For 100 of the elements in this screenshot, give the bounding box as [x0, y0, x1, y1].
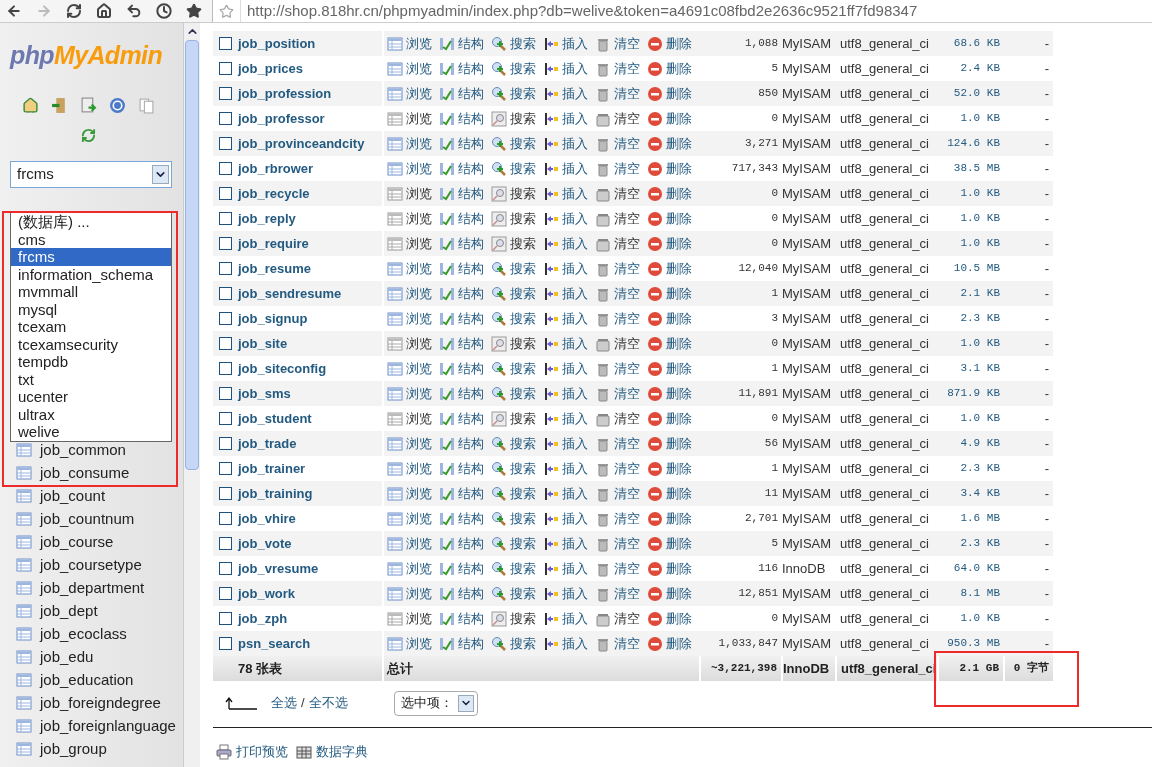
table-name-link[interactable]: job_rbrower: [238, 160, 314, 176]
action-link[interactable]: 删除: [666, 258, 692, 279]
action-link[interactable]: 删除: [666, 358, 692, 379]
action-link[interactable]: 插入: [562, 383, 588, 404]
action-link[interactable]: 搜索: [510, 383, 536, 404]
action-link[interactable]: 结构: [458, 83, 484, 104]
action-link[interactable]: 搜索: [510, 108, 536, 129]
dropdown-option[interactable]: mvmmall: [11, 283, 171, 301]
row-checkbox[interactable]: [219, 312, 232, 325]
action-link[interactable]: 搜索: [510, 283, 536, 304]
sidebar-table-link[interactable]: job_foreignlanguage: [40, 714, 176, 738]
action-link[interactable]: 浏览: [406, 583, 432, 604]
action-link[interactable]: 搜索: [510, 458, 536, 479]
row-checkbox[interactable]: [219, 337, 232, 350]
action-link[interactable]: 插入: [562, 33, 588, 54]
sidebar-table-link[interactable]: job_countnum: [40, 507, 135, 531]
action-link[interactable]: 浏览: [406, 58, 432, 79]
row-checkbox[interactable]: [219, 537, 232, 550]
row-checkbox[interactable]: [219, 512, 232, 525]
home-icon[interactable]: [96, 3, 112, 19]
action-link[interactable]: 清空: [614, 433, 640, 454]
row-checkbox[interactable]: [219, 362, 232, 375]
action-link[interactable]: 浏览: [406, 458, 432, 479]
action-link[interactable]: 清空: [614, 408, 640, 429]
table-name-link[interactable]: job_position: [238, 35, 316, 51]
query-icon[interactable]: [80, 96, 97, 114]
table-name-link[interactable]: job_trainer: [238, 460, 306, 476]
action-link[interactable]: 浏览: [406, 233, 432, 254]
table-cell[interactable]: 38.5 MB: [938, 156, 1004, 181]
action-link[interactable]: 结构: [458, 258, 484, 279]
action-link[interactable]: 搜索: [510, 158, 536, 179]
action-link[interactable]: 结构: [458, 308, 484, 329]
sidebar-table-link[interactable]: job_edu: [40, 645, 94, 669]
table-name-link[interactable]: job_signup: [238, 310, 308, 326]
table-cell[interactable]: 10.5 MB: [938, 256, 1004, 281]
action-link[interactable]: 插入: [562, 258, 588, 279]
action-link[interactable]: 结构: [458, 133, 484, 154]
action-link[interactable]: 插入: [562, 583, 588, 604]
action-link[interactable]: 浏览: [406, 433, 432, 454]
action-link[interactable]: 删除: [666, 583, 692, 604]
table-name-link[interactable]: job_sendresume: [238, 285, 342, 301]
sidebar-table-link[interactable]: job_foreigndegree: [40, 691, 161, 715]
dropdown-option[interactable]: mysql: [11, 300, 171, 318]
action-link[interactable]: 搜索: [510, 558, 536, 579]
sidebar-table-link[interactable]: job_department: [40, 576, 145, 600]
table-cell[interactable]: 2.4 KB: [938, 56, 1004, 81]
action-link[interactable]: 结构: [458, 458, 484, 479]
table-cell[interactable]: 2.3 KB: [938, 456, 1004, 481]
action-link[interactable]: 浏览: [406, 308, 432, 329]
action-link[interactable]: 结构: [458, 208, 484, 229]
sidebar-table-link[interactable]: job_count: [40, 484, 106, 508]
action-link[interactable]: 搜索: [510, 608, 536, 629]
action-link[interactable]: 删除: [666, 33, 692, 54]
action-link[interactable]: 删除: [666, 208, 692, 229]
table-name-link[interactable]: job_vote: [238, 535, 292, 551]
dropdown-option[interactable]: welive: [11, 423, 171, 441]
table-cell[interactable]: 2.3 KB: [938, 531, 1004, 556]
sidebar-table-link[interactable]: job_common: [40, 438, 126, 462]
action-link[interactable]: 浏览: [406, 33, 432, 54]
action-link[interactable]: 清空: [614, 633, 640, 654]
table-cell[interactable]: 950.3 MB: [938, 631, 1004, 656]
table-cell[interactable]: 1.0 KB: [938, 406, 1004, 431]
action-link[interactable]: 插入: [562, 58, 588, 79]
action-link[interactable]: 搜索: [510, 133, 536, 154]
action-link[interactable]: 搜索: [510, 183, 536, 204]
row-checkbox[interactable]: [219, 162, 232, 175]
action-link[interactable]: 结构: [458, 183, 484, 204]
table-cell[interactable]: 3.1 KB: [938, 356, 1004, 381]
print-preview-link[interactable]: 打印预览: [236, 742, 288, 762]
table-name-link[interactable]: job_trade: [238, 435, 297, 451]
action-link[interactable]: 结构: [458, 358, 484, 379]
row-checkbox[interactable]: [219, 587, 232, 600]
row-checkbox[interactable]: [219, 112, 232, 125]
table-cell[interactable]: 3.4 KB: [938, 481, 1004, 506]
action-link[interactable]: 清空: [614, 208, 640, 229]
action-link[interactable]: 删除: [666, 558, 692, 579]
action-link[interactable]: 结构: [458, 508, 484, 529]
action-link[interactable]: 清空: [614, 533, 640, 554]
action-link[interactable]: 删除: [666, 483, 692, 504]
back-icon[interactable]: [6, 3, 22, 19]
action-link[interactable]: 搜索: [510, 233, 536, 254]
table-cell[interactable]: 52.0 KB: [938, 81, 1004, 106]
action-link[interactable]: 清空: [614, 333, 640, 354]
action-link[interactable]: 搜索: [510, 358, 536, 379]
dropdown-option[interactable]: (数据库) ...: [11, 213, 171, 231]
action-link[interactable]: 搜索: [510, 633, 536, 654]
undo-icon[interactable]: [126, 3, 142, 19]
action-link[interactable]: 结构: [458, 633, 484, 654]
table-name-link[interactable]: job_provinceandcity: [238, 135, 365, 151]
action-link[interactable]: 结构: [458, 383, 484, 404]
action-link[interactable]: 结构: [458, 408, 484, 429]
data-dictionary-link[interactable]: 数据字典: [316, 742, 368, 762]
action-link[interactable]: 搜索: [510, 533, 536, 554]
row-checkbox[interactable]: [219, 637, 232, 650]
action-link[interactable]: 清空: [614, 108, 640, 129]
action-link[interactable]: 浏览: [406, 158, 432, 179]
action-link[interactable]: 插入: [562, 83, 588, 104]
action-link[interactable]: 浏览: [406, 508, 432, 529]
table-cell[interactable]: 1.6 MB: [938, 506, 1004, 531]
action-link[interactable]: 插入: [562, 483, 588, 504]
